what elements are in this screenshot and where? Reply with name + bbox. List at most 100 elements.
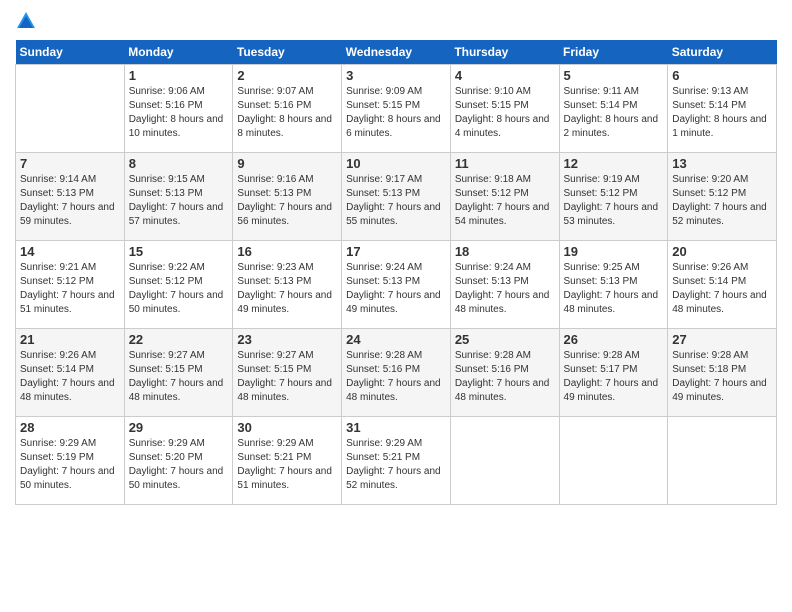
day-info: Sunrise: 9:23 AMSunset: 5:13 PMDaylight:…: [237, 261, 337, 317]
day-number: 5: [564, 68, 664, 83]
day-info: Sunrise: 9:29 AMSunset: 5:21 PMDaylight:…: [346, 437, 446, 493]
table-cell: 30Sunrise: 9:29 AMSunset: 5:21 PMDayligh…: [233, 417, 342, 505]
table-cell: 27 Sunrise: 9:28 AMSunset: 5:18 PMDayligh…: [668, 329, 777, 417]
day-number: 22: [129, 332, 229, 347]
table-cell: 11 Sunrise: 9:18 AMSunset: 5:12 PMDayligh…: [450, 153, 559, 241]
day-info: Sunrise: 9:28 AMSunset: 5:18 PMDaylight:…: [672, 349, 772, 405]
day-info: Sunrise: 9:29 AMSunset: 5:20 PMDaylight:…: [129, 437, 229, 493]
day-info: Sunrise: 9:11 AMSunset: 5:14 PMDaylight:…: [564, 85, 664, 141]
calendar-week-row: 7 Sunrise: 9:14 AMSunset: 5:13 PMDaylight…: [16, 153, 777, 241]
day-info: Sunrise: 9:25 AMSunset: 5:13 PMDaylight:…: [564, 261, 664, 317]
day-number: 18: [455, 244, 555, 259]
day-number: 25: [455, 332, 555, 347]
day-number: 12: [564, 156, 664, 171]
day-number: 27: [672, 332, 772, 347]
page: Sunday Monday Tuesday Wednesday Thursday…: [0, 0, 792, 612]
table-cell: 8Sunrise: 9:15 AMSunset: 5:13 PMDaylight…: [124, 153, 233, 241]
day-info: Sunrise: 9:29 AMSunset: 5:21 PMDaylight:…: [237, 437, 337, 493]
day-info: Sunrise: 9:07 AMSunset: 5:16 PMDaylight:…: [237, 85, 337, 141]
table-cell: 2 Sunrise: 9:07 AMSunset: 5:16 PMDaylight…: [233, 65, 342, 153]
day-info: Sunrise: 9:14 AMSunset: 5:13 PMDaylight:…: [20, 173, 120, 229]
day-info: Sunrise: 9:28 AMSunset: 5:16 PMDaylight:…: [346, 349, 446, 405]
day-info: Sunrise: 9:26 AMSunset: 5:14 PMDaylight:…: [672, 261, 772, 317]
calendar-week-row: 14 Sunrise: 9:21 AMSunset: 5:12 PMDayligh…: [16, 241, 777, 329]
header-saturday: Saturday: [668, 40, 777, 65]
day-number: 16: [237, 244, 337, 259]
day-info: Sunrise: 9:26 AMSunset: 5:14 PMDaylight:…: [20, 349, 120, 405]
day-info: Sunrise: 9:27 AMSunset: 5:15 PMDaylight:…: [129, 349, 229, 405]
calendar-table: Sunday Monday Tuesday Wednesday Thursday…: [15, 40, 777, 505]
logo: [15, 10, 39, 32]
table-cell: 28 Sunrise: 9:29 AMSunset: 5:19 PMDayligh…: [16, 417, 125, 505]
header-wednesday: Wednesday: [342, 40, 451, 65]
header-tuesday: Tuesday: [233, 40, 342, 65]
table-cell: 16 Sunrise: 9:23 AMSunset: 5:13 PMDayligh…: [233, 241, 342, 329]
table-cell: 6Sunrise: 9:13 AMSunset: 5:14 PMDaylight…: [668, 65, 777, 153]
day-info: Sunrise: 9:24 AMSunset: 5:13 PMDaylight:…: [346, 261, 446, 317]
table-cell: 21 Sunrise: 9:26 AMSunset: 5:14 PMDayligh…: [16, 329, 125, 417]
table-cell: 18Sunrise: 9:24 AMSunset: 5:13 PMDayligh…: [450, 241, 559, 329]
day-number: 13: [672, 156, 772, 171]
logo-icon: [15, 10, 37, 32]
table-cell: [450, 417, 559, 505]
day-info: Sunrise: 9:20 AMSunset: 5:12 PMDaylight:…: [672, 173, 772, 229]
day-number: 29: [129, 420, 229, 435]
table-cell: 19Sunrise: 9:25 AMSunset: 5:13 PMDayligh…: [559, 241, 668, 329]
day-info: Sunrise: 9:28 AMSunset: 5:17 PMDaylight:…: [564, 349, 664, 405]
header-friday: Friday: [559, 40, 668, 65]
day-number: 26: [564, 332, 664, 347]
day-info: Sunrise: 9:29 AMSunset: 5:19 PMDaylight:…: [20, 437, 120, 493]
table-cell: 1 Sunrise: 9:06 AMSunset: 5:16 PMDaylight…: [124, 65, 233, 153]
calendar-week-row: 1 Sunrise: 9:06 AMSunset: 5:16 PMDaylight…: [16, 65, 777, 153]
table-cell: 22 Sunrise: 9:27 AMSunset: 5:15 PMDayligh…: [124, 329, 233, 417]
day-number: 28: [20, 420, 120, 435]
table-cell: 23Sunrise: 9:27 AMSunset: 5:15 PMDayligh…: [233, 329, 342, 417]
day-number: 10: [346, 156, 446, 171]
day-number: 3: [346, 68, 446, 83]
day-number: 11: [455, 156, 555, 171]
day-info: Sunrise: 9:16 AMSunset: 5:13 PMDaylight:…: [237, 173, 337, 229]
day-number: 14: [20, 244, 120, 259]
day-number: 1: [129, 68, 229, 83]
table-cell: 4 Sunrise: 9:10 AMSunset: 5:15 PMDaylight…: [450, 65, 559, 153]
day-number: 7: [20, 156, 120, 171]
day-info: Sunrise: 9:15 AMSunset: 5:13 PMDaylight:…: [129, 173, 229, 229]
table-cell: [559, 417, 668, 505]
table-cell: 29 Sunrise: 9:29 AMSunset: 5:20 PMDayligh…: [124, 417, 233, 505]
calendar-header-row: Sunday Monday Tuesday Wednesday Thursday…: [16, 40, 777, 65]
table-cell: 31 Sunrise: 9:29 AMSunset: 5:21 PMDayligh…: [342, 417, 451, 505]
day-info: Sunrise: 9:10 AMSunset: 5:15 PMDaylight:…: [455, 85, 555, 141]
day-number: 31: [346, 420, 446, 435]
day-info: Sunrise: 9:06 AMSunset: 5:16 PMDaylight:…: [129, 85, 229, 141]
header-thursday: Thursday: [450, 40, 559, 65]
day-number: 9: [237, 156, 337, 171]
table-cell: 20 Sunrise: 9:26 AMSunset: 5:14 PMDayligh…: [668, 241, 777, 329]
header: [15, 10, 777, 32]
day-info: Sunrise: 9:13 AMSunset: 5:14 PMDaylight:…: [672, 85, 772, 141]
header-sunday: Sunday: [16, 40, 125, 65]
table-cell: 24Sunrise: 9:28 AMSunset: 5:16 PMDayligh…: [342, 329, 451, 417]
table-cell: 13 Sunrise: 9:20 AMSunset: 5:12 PMDayligh…: [668, 153, 777, 241]
day-number: 4: [455, 68, 555, 83]
table-cell: 12Sunrise: 9:19 AMSunset: 5:12 PMDayligh…: [559, 153, 668, 241]
table-cell: 7 Sunrise: 9:14 AMSunset: 5:13 PMDaylight…: [16, 153, 125, 241]
table-cell: 15Sunrise: 9:22 AMSunset: 5:12 PMDayligh…: [124, 241, 233, 329]
day-info: Sunrise: 9:22 AMSunset: 5:12 PMDaylight:…: [129, 261, 229, 317]
day-info: Sunrise: 9:17 AMSunset: 5:13 PMDaylight:…: [346, 173, 446, 229]
table-cell: 3Sunrise: 9:09 AMSunset: 5:15 PMDaylight…: [342, 65, 451, 153]
day-info: Sunrise: 9:21 AMSunset: 5:12 PMDaylight:…: [20, 261, 120, 317]
day-info: Sunrise: 9:28 AMSunset: 5:16 PMDaylight:…: [455, 349, 555, 405]
table-cell: [16, 65, 125, 153]
day-number: 20: [672, 244, 772, 259]
table-cell: 9 Sunrise: 9:16 AMSunset: 5:13 PMDaylight…: [233, 153, 342, 241]
table-cell: 14 Sunrise: 9:21 AMSunset: 5:12 PMDayligh…: [16, 241, 125, 329]
day-info: Sunrise: 9:18 AMSunset: 5:12 PMDaylight:…: [455, 173, 555, 229]
day-info: Sunrise: 9:27 AMSunset: 5:15 PMDaylight:…: [237, 349, 337, 405]
table-cell: 17 Sunrise: 9:24 AMSunset: 5:13 PMDayligh…: [342, 241, 451, 329]
day-number: 2: [237, 68, 337, 83]
day-number: 17: [346, 244, 446, 259]
table-cell: [668, 417, 777, 505]
day-number: 21: [20, 332, 120, 347]
table-cell: 5 Sunrise: 9:11 AMSunset: 5:14 PMDaylight…: [559, 65, 668, 153]
calendar-week-row: 21 Sunrise: 9:26 AMSunset: 5:14 PMDayligh…: [16, 329, 777, 417]
